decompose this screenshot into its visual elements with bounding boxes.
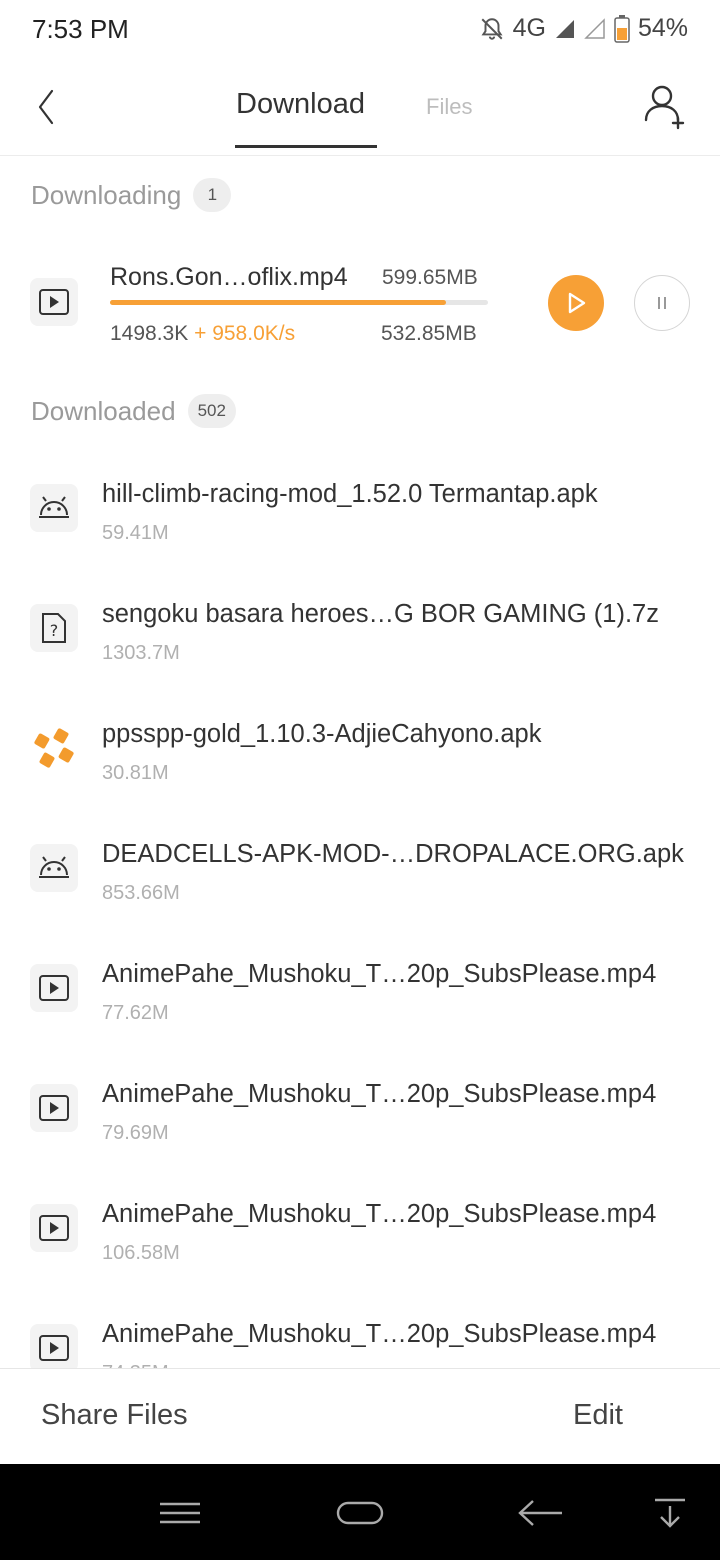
resume-button[interactable] [548, 275, 604, 331]
download-progress-bar [110, 300, 488, 305]
back-button[interactable] [28, 82, 64, 132]
status-icons: 4G 54% [479, 14, 688, 43]
file-name: ppsspp-gold_1.10.3-AdjieCahyono.apk [102, 720, 542, 748]
notifications-off-icon [479, 16, 505, 42]
list-item[interactable]: hill-climb-racing-mod_1.52.0 Termantap.a… [0, 452, 720, 572]
unknown-file-icon: ? [30, 604, 78, 652]
file-name: AnimePahe_Mushoku_T…20p_SubsPlease.mp4 [102, 960, 657, 988]
file-name: AnimePahe_Mushoku_T…20p_SubsPlease.mp4 [102, 1320, 657, 1348]
file-size: 79.69M [102, 1122, 169, 1144]
file-size: 77.62M [102, 1002, 169, 1024]
downloading-count-badge: 1 [193, 178, 232, 212]
pause-icon [658, 297, 666, 309]
video-file-icon [30, 1324, 78, 1368]
list-item[interactable]: AnimePahe_Mushoku_T…20p_SubsPlease.mp4 77… [0, 932, 720, 1052]
download-speed: + 958.0K/s [194, 322, 296, 345]
signal-empty-icon [584, 17, 606, 40]
notification-drawer-button[interactable] [645, 1488, 695, 1538]
tab-download[interactable]: Download [236, 88, 365, 121]
back-arrow-icon [518, 1500, 562, 1526]
file-name: sengoku basara heroes…G BOR GAMING (1).7… [102, 600, 659, 628]
top-bar: Download Files [0, 64, 720, 156]
chevron-left-icon [38, 89, 54, 125]
downloading-section-header: Downloading 1 [31, 178, 232, 212]
android-apk-icon [30, 484, 78, 532]
add-user-icon [644, 85, 685, 130]
system-nav-bar [0, 1464, 720, 1560]
home-button[interactable] [335, 1488, 385, 1538]
list-item[interactable]: ? sengoku basara heroes…G BOR GAMING (1).… [0, 572, 720, 692]
active-tab-indicator [235, 145, 377, 148]
share-files-button[interactable]: Share Files [41, 1399, 188, 1432]
list-item[interactable]: ppsspp-gold_1.10.3-AdjieCahyono.apk 30.81… [0, 692, 720, 812]
file-size: 59.41M [102, 522, 169, 544]
list-item[interactable]: DEADCELLS-APK-MOD-…DROPALACE.ORG.apk 853.… [0, 812, 720, 932]
file-name: AnimePahe_Mushoku_T…20p_SubsPlease.mp4 [102, 1080, 657, 1108]
video-file-icon [30, 1084, 78, 1132]
menu-button[interactable] [155, 1488, 205, 1538]
file-size: 106.58M [102, 1242, 180, 1264]
svg-text:?: ? [50, 621, 59, 640]
file-size: 30.81M [102, 762, 169, 784]
pull-down-icon [655, 1498, 685, 1528]
video-file-icon [30, 964, 78, 1012]
android-apk-icon [30, 844, 78, 892]
list-item[interactable]: AnimePahe_Mushoku_T…20p_SubsPlease.mp4 10… [0, 1172, 720, 1292]
downloaded-amount: 1498.3K [110, 322, 189, 345]
tab-files[interactable]: Files [426, 94, 472, 120]
battery-icon [614, 14, 630, 43]
download-progress-fill [110, 300, 447, 305]
downloaded-list[interactable]: hill-climb-racing-mod_1.52.0 Termantap.a… [0, 452, 720, 1368]
downloaded-title: Downloaded [31, 395, 176, 426]
downloaded-section-header: Downloaded 502 [31, 394, 236, 428]
add-user-button[interactable] [640, 80, 692, 132]
signal-icon [554, 18, 576, 40]
download-remaining-size: 532.85MB [381, 322, 477, 345]
video-file-icon [30, 278, 78, 326]
file-name: DEADCELLS-APK-MOD-…DROPALACE.ORG.apk [102, 840, 684, 868]
status-time: 7:53 PM [32, 14, 129, 44]
downloading-title: Downloading [31, 179, 182, 210]
download-file-name: Rons.Gon…oflix.mp4 [110, 263, 348, 291]
network-type-label: 4G [512, 14, 546, 42]
battery-percent: 54% [637, 14, 688, 42]
video-file-icon [30, 1204, 78, 1252]
download-total-size: 599.65MB [382, 266, 478, 289]
file-size: 1303.7M [102, 642, 180, 664]
back-nav-button[interactable] [515, 1488, 565, 1538]
downloaded-count-badge: 502 [187, 394, 236, 428]
status-bar: 7:53 PM 4G 54% [0, 0, 720, 60]
ppsspp-app-icon [30, 724, 78, 772]
edit-button[interactable]: Edit [573, 1399, 623, 1432]
home-icon [336, 1501, 384, 1525]
pause-button[interactable] [634, 275, 690, 331]
file-size: 853.66M [102, 882, 180, 904]
play-icon [568, 292, 586, 314]
bottom-action-bar: Share Files Edit [0, 1368, 720, 1464]
download-status: 1498.3K + 958.0K/s [110, 322, 295, 346]
file-name: hill-climb-racing-mod_1.52.0 Termantap.a… [102, 480, 598, 508]
list-item[interactable]: AnimePahe_Mushoku_T…20p_SubsPlease.mp4 79… [0, 1052, 720, 1172]
menu-icon [160, 1502, 200, 1524]
file-name: AnimePahe_Mushoku_T…20p_SubsPlease.mp4 [102, 1200, 657, 1228]
list-item[interactable]: AnimePahe_Mushoku_T…20p_SubsPlease.mp474… [0, 1292, 720, 1368]
